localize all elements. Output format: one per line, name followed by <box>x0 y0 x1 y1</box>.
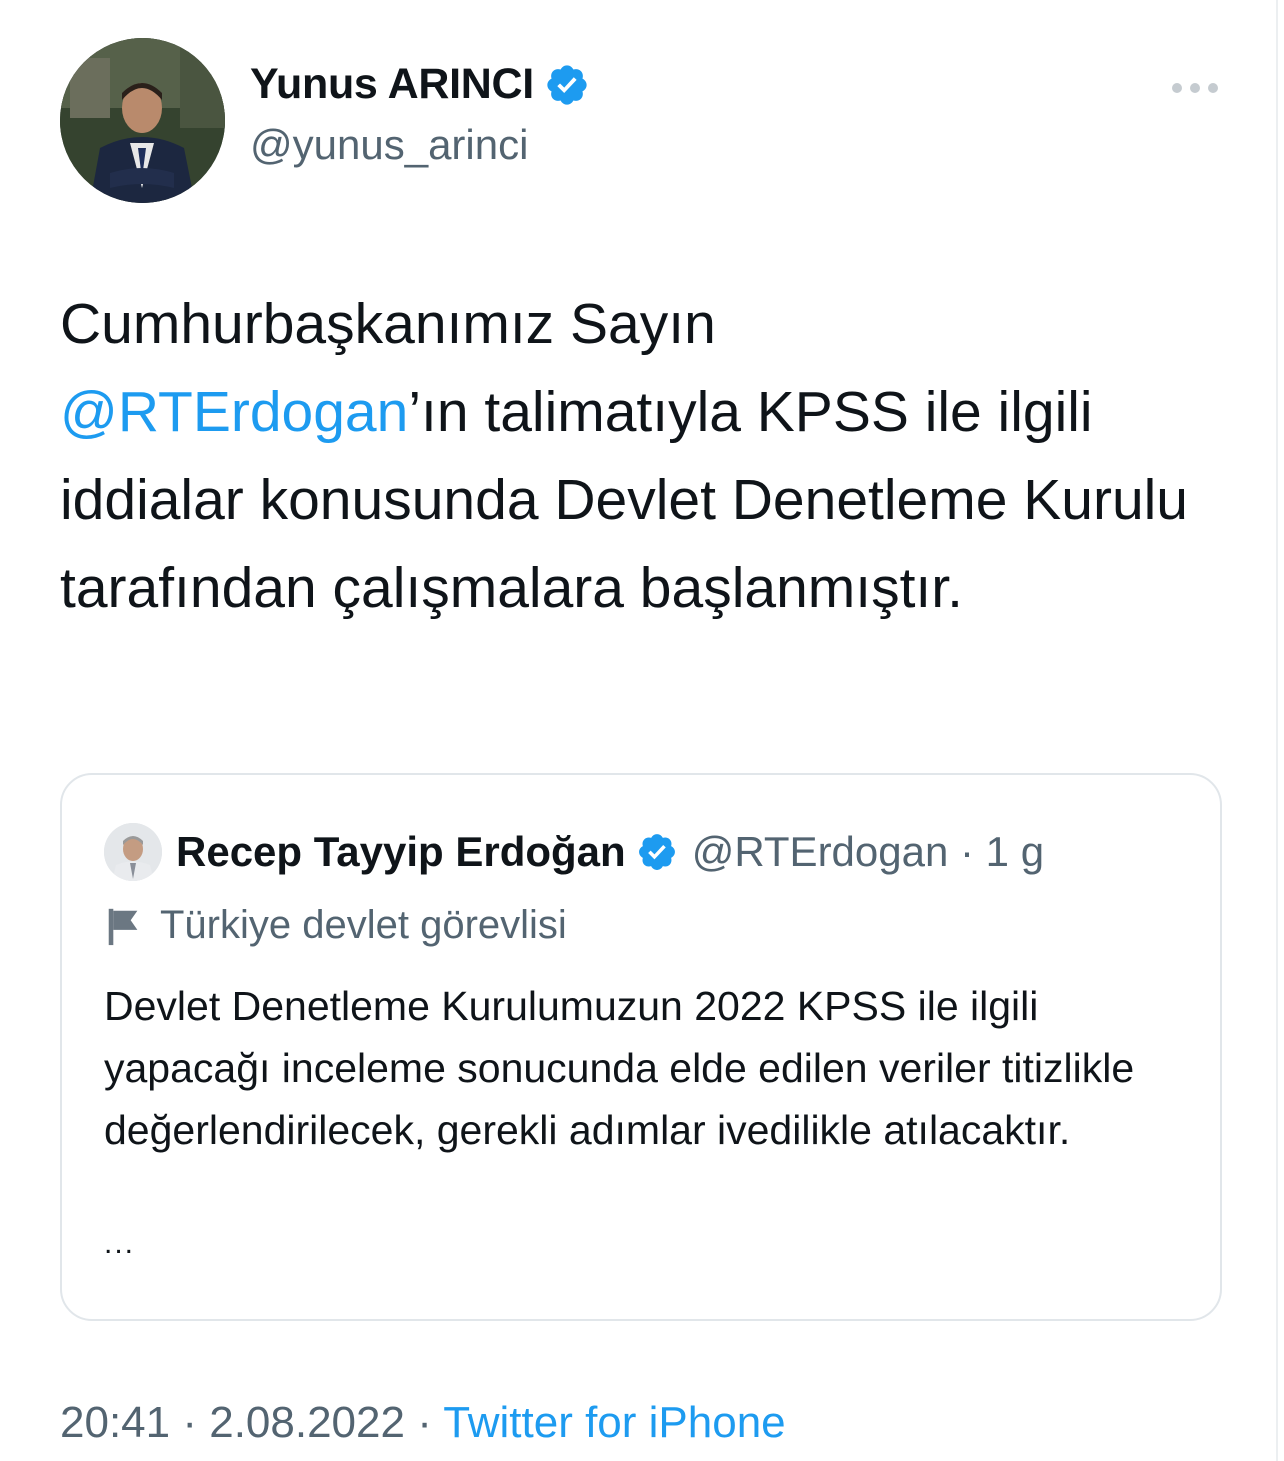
quoted-separator: · <box>948 828 986 875</box>
quoted-author-display-name[interactable]: Recep Tayyip Erdoğan <box>176 828 626 876</box>
author-names: Yunus ARINCI @yunus_arinci <box>250 60 590 169</box>
quoted-author-handle[interactable]: @RTErdogan <box>692 828 949 876</box>
verified-badge-icon <box>547 64 587 105</box>
tweet-footer: 20:41 · 2.08.2022 · Twitter for iPhone <box>60 1398 786 1448</box>
author-handle[interactable]: @yunus_arinci <box>250 121 590 169</box>
tweet-text: Cumhurbaşkanımız Sayın @RTErdogan’ın tal… <box>60 280 1240 632</box>
quoted-tweet-card[interactable]: Recep Tayyip Erdoğan @RTErdogan · 1 g Tü… <box>60 773 1222 1321</box>
tweet-text-start: Cumhurbaşkanımız Sayın <box>60 292 716 356</box>
more-dot <box>1172 83 1182 93</box>
tweet-header: Yunus ARINCI @yunus_arinci <box>60 38 1230 208</box>
quoted-tweet-header: Recep Tayyip Erdoğan @RTErdogan · 1 g <box>104 823 1044 881</box>
government-label-text: Türkiye devlet görevlisi <box>160 903 567 947</box>
display-name-row: Yunus ARINCI <box>250 60 590 109</box>
mention-link[interactable]: @RTErdogan <box>60 380 408 444</box>
quoted-time[interactable]: 1 g <box>986 828 1044 876</box>
author-display-name[interactable]: Yunus ARINCI <box>250 60 534 109</box>
tweet-date[interactable]: 2.08.2022 <box>209 1398 405 1447</box>
footer-separator: · <box>170 1398 210 1447</box>
flag-icon <box>108 908 138 945</box>
verified-badge-icon <box>638 834 675 870</box>
footer-separator: · <box>404 1398 444 1447</box>
quoted-tweet-text: Devlet Denetleme Kurulumuzun 2022 KPSS i… <box>104 983 1135 1153</box>
more-dot <box>1190 83 1200 93</box>
quoted-tweet-ellipsis: ... <box>104 1227 136 1260</box>
government-label[interactable]: Türkiye devlet görevlisi <box>104 903 567 948</box>
more-dot <box>1208 83 1218 93</box>
author-avatar[interactable] <box>60 38 225 203</box>
more-horizontal-icon[interactable] <box>1172 78 1218 98</box>
scroll-edge <box>1276 0 1278 1461</box>
quoted-author-avatar[interactable] <box>104 823 162 881</box>
tweet-time[interactable]: 20:41 <box>60 1398 170 1447</box>
tweet-source-link[interactable]: Twitter for iPhone <box>443 1398 785 1447</box>
